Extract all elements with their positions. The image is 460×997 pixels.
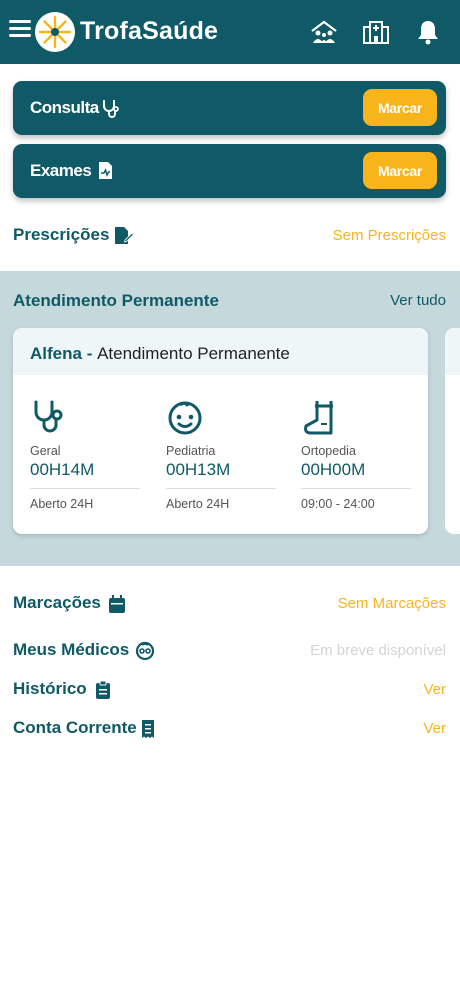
historico-link[interactable]: Ver: [423, 681, 446, 698]
divider: [30, 488, 140, 489]
meus-medicos-title: Meus Médicos: [13, 640, 130, 659]
specialty-hours: Aberto 24H: [30, 497, 94, 511]
doctor-icon: [135, 641, 155, 661]
card-subtitle: Atendimento Permanente: [97, 344, 290, 363]
bell-icon[interactable]: [414, 18, 442, 46]
brand-logo: [35, 12, 75, 52]
historico-title: Histórico: [13, 679, 87, 698]
conta-corrente-link[interactable]: Ver: [423, 720, 446, 737]
brand-name: TrofaSaúde: [80, 17, 219, 45]
conta-corrente-title: Conta Corrente: [13, 718, 137, 737]
consulta-label: Consulta: [30, 98, 99, 117]
meus-medicos-status: Em breve disponível: [310, 642, 446, 659]
specialty-name: Pediatria: [166, 444, 216, 458]
marcacoes-title: Marcações: [13, 593, 101, 612]
exames-marcar-button[interactable]: Marcar: [363, 152, 437, 189]
specialty-name: Geral: [30, 444, 61, 458]
menu-icon[interactable]: [9, 20, 31, 40]
specialty-pediatria: Pediatria 00H13M Aberto 24H: [166, 398, 276, 511]
specialty-ortopedia: Ortopedia 00H00M 09:00 - 24:00: [301, 398, 411, 511]
historico-row: Histórico Ver: [13, 675, 446, 703]
specialty-geral: Geral 00H14M Aberto 24H: [30, 398, 140, 511]
receipt-icon: [140, 719, 160, 739]
card-separator: -: [81, 344, 98, 363]
divider: [301, 488, 411, 489]
ver-tudo-link[interactable]: Ver tudo: [390, 292, 446, 309]
specialty-wait: 00H14M: [30, 460, 95, 479]
card-header: Alfena - Atendimento Permanente: [13, 328, 428, 375]
specialty-hours: Aberto 24H: [166, 497, 230, 511]
meus-medicos-row: Meus Médicos Em breve disponível: [13, 636, 446, 664]
specialty-wait: 00H00M: [301, 460, 366, 479]
specialty-wait: 00H13M: [166, 460, 231, 479]
hospital-icon[interactable]: [362, 18, 390, 46]
app-header: TrofaSaúde: [0, 0, 460, 64]
prescricoes-title: Prescrições: [13, 225, 110, 244]
consulta-card: Consulta Marcar: [13, 81, 446, 135]
divider: [166, 488, 276, 489]
document-icon: [98, 161, 116, 181]
stethoscope-icon: [30, 398, 68, 436]
specialty-name: Ortopedia: [301, 444, 356, 458]
stethoscope-icon: [102, 98, 120, 118]
consulta-marcar-button[interactable]: Marcar: [363, 89, 437, 126]
next-hospital-card[interactable]: [445, 328, 460, 534]
permanent-care-title: Atendimento Permanente: [13, 291, 219, 310]
prescricoes-row: Prescrições Sem Prescrições: [13, 221, 446, 249]
marcacoes-row: Marcações Sem Marcações: [13, 589, 446, 617]
foot-cast-icon: [301, 398, 339, 436]
hospital-card[interactable]: Alfena - Atendimento Permanente Geral 00…: [13, 328, 428, 534]
clipboard-icon: [95, 680, 115, 700]
card-location: Alfena: [30, 344, 82, 363]
family-icon[interactable]: [310, 18, 338, 46]
prescription-icon: [114, 226, 135, 246]
calendar-icon: [108, 594, 128, 614]
conta-corrente-row: Conta Corrente Ver: [13, 714, 446, 742]
exames-card: Exames Marcar: [13, 144, 446, 198]
exames-label: Exames: [30, 161, 92, 180]
baby-face-icon: [166, 398, 204, 436]
prescricoes-status[interactable]: Sem Prescrições: [333, 227, 446, 244]
specialty-hours: 09:00 - 24:00: [301, 497, 375, 511]
marcacoes-status[interactable]: Sem Marcações: [338, 595, 446, 612]
permanent-care-section: Atendimento Permanente Ver tudo Alfena -…: [0, 271, 460, 566]
